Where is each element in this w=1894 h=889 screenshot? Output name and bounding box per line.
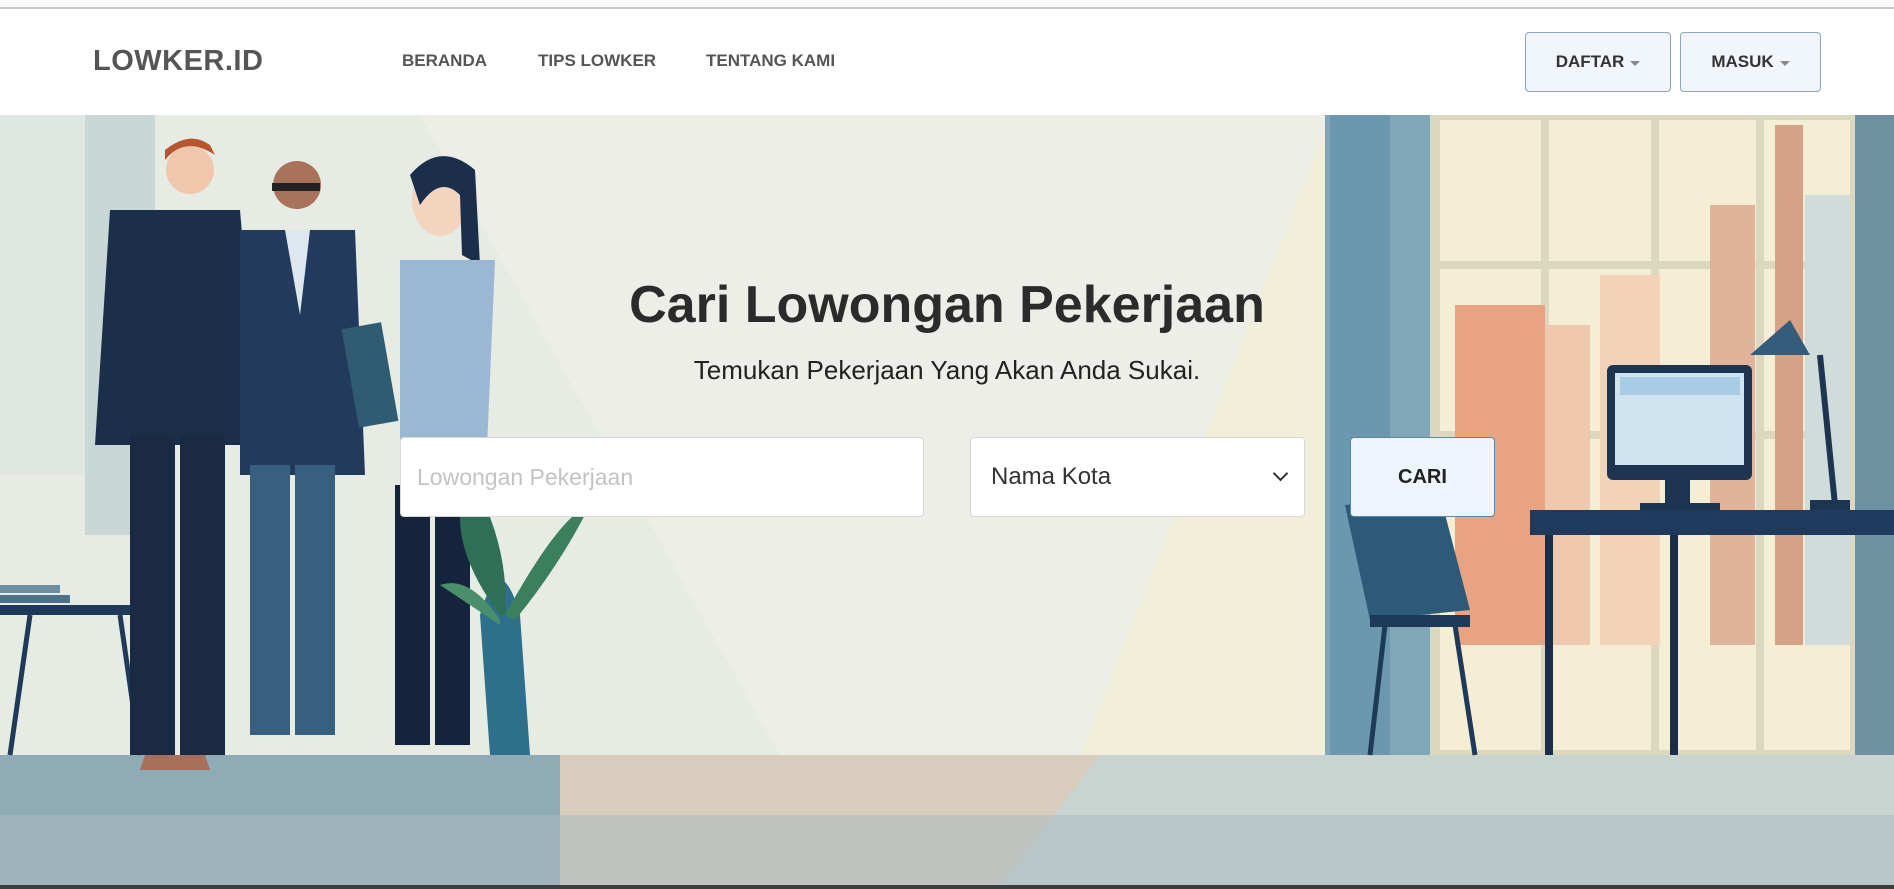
register-dropdown-button[interactable]: DAFTAR: [1525, 32, 1671, 92]
nav-link-tips-lowker[interactable]: TIPS LOWKER: [538, 51, 656, 71]
hero-subtitle: Temukan Pekerjaan Yang Akan Anda Sukai.: [693, 355, 1201, 385]
chevron-down-icon: [1272, 465, 1289, 482]
hero-section: Cari Lowongan Pekerjaan Temukan Pekerjaa…: [0, 115, 1894, 885]
caret-down-icon: [1779, 60, 1790, 66]
caret-down-icon: [1630, 60, 1641, 66]
city-select[interactable]: Nama Kota: [970, 437, 1305, 517]
search-button[interactable]: CARI: [1350, 437, 1495, 517]
brand-logo[interactable]: LOWKER.ID: [93, 45, 263, 78]
login-label: MASUK: [1711, 52, 1774, 71]
city-select-value: Nama Kota: [991, 463, 1112, 490]
nav-link-beranda[interactable]: BERANDA: [402, 51, 487, 71]
nav-link-tentang-kami[interactable]: TENTANG KAMI: [706, 51, 835, 71]
navbar: LOWKER.ID BERANDA TIPS LOWKER TENTANG KA…: [0, 9, 1894, 115]
office-illustration: [0, 115, 1894, 885]
register-label: DAFTAR: [1555, 52, 1625, 71]
login-dropdown-button[interactable]: MASUK: [1680, 32, 1821, 92]
bottom-border: [0, 885, 1894, 889]
job-search-input[interactable]: [400, 437, 924, 517]
hero-title: Cari Lowongan Pekerjaan: [629, 276, 1265, 334]
